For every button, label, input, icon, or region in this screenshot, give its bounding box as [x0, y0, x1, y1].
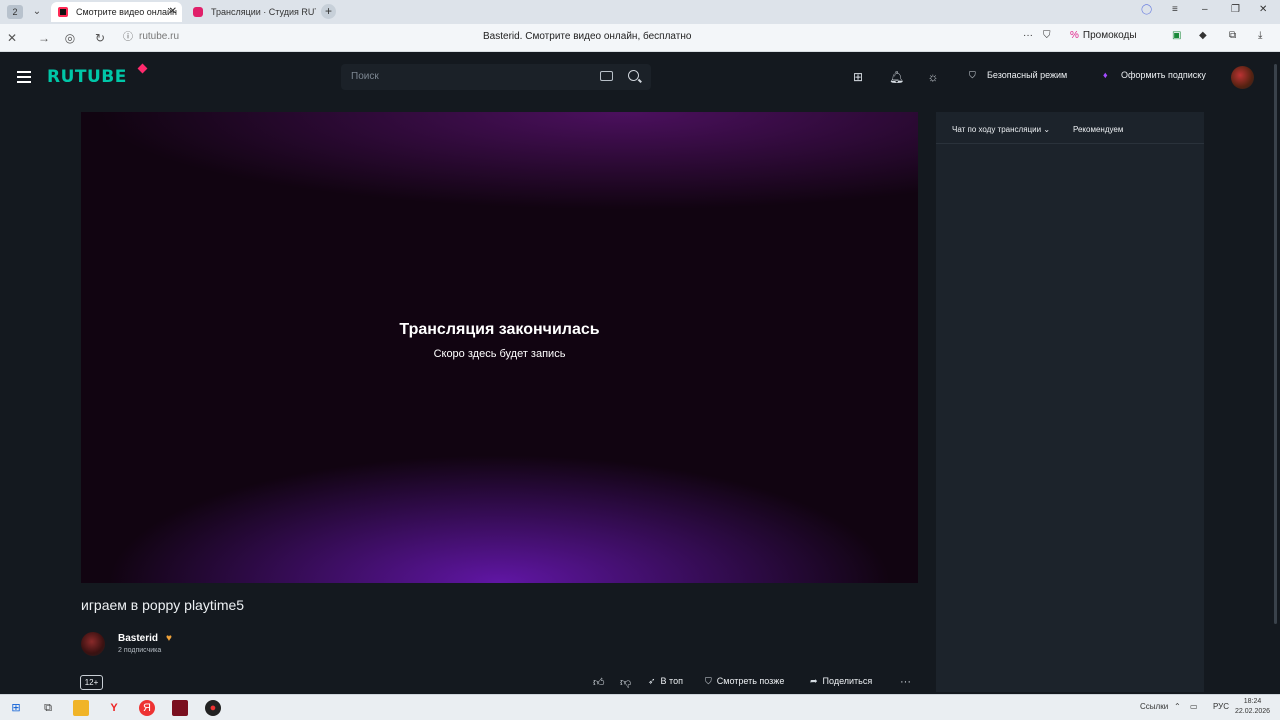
restore-icon[interactable]: ❐ — [1231, 4, 1240, 15]
bookmark-icon[interactable]: ⛉ — [1043, 30, 1051, 41]
percent-icon: % — [1070, 30, 1079, 41]
chevron-down-icon[interactable]: ⌄ — [30, 4, 44, 20]
profile-icon[interactable]: ◯ — [1141, 4, 1152, 15]
subscribe-label: Оформить подписку — [1121, 70, 1206, 80]
watch-later-label: Смотреть позже — [716, 676, 785, 686]
download-icon[interactable]: ⤓ — [1258, 30, 1262, 41]
reload-icon[interactable]: ↻ — [92, 30, 108, 46]
browser-tab-rutube[interactable]: Смотрите видео онлайн ✕ — [51, 2, 182, 22]
theme-toggle-icon[interactable]: ☼ — [926, 70, 940, 84]
subscribe-button[interactable]: ♦ Оформить подписку — [1103, 70, 1206, 80]
studio-favicon-icon — [193, 7, 203, 17]
site-header: RUTUBE Поиск ⊞ 🔔︎ ☼ ⛉ Безопасный режим ♦ О… — [0, 53, 1280, 101]
top-label: В топ — [660, 676, 683, 686]
video-title: играем в poppy playtime5 — [81, 597, 245, 613]
minimize-icon[interactable]: – — [1202, 4, 1208, 15]
tab-label: Трансляции · Студия RUT — [211, 7, 316, 17]
diamond-icon: ♦ — [1103, 70, 1108, 80]
stop-icon[interactable]: ✕ — [4, 30, 20, 46]
more-icon[interactable]: ··· — [1023, 30, 1033, 41]
top-button[interactable]: ➶ В топ — [648, 676, 683, 687]
video-player[interactable]: Трансляция закончилась Скоро здесь будет… — [81, 112, 918, 583]
tab-label: Смотрите видео онлайн — [76, 7, 177, 17]
file-explorer-icon[interactable] — [73, 700, 89, 716]
yandex-icon[interactable]: Я — [139, 700, 155, 716]
promo-label: Промокоды — [1082, 30, 1137, 41]
clock-date: 22.02.2026 — [1235, 708, 1271, 715]
app-icon[interactable] — [172, 700, 188, 716]
share-icon: ➦ — [810, 676, 818, 686]
page-title: Basterid. Смотрите видео онлайн, бесплат… — [483, 31, 692, 42]
side-tabs: Чат по ходу трансляции ⌄ Рекомендуем — [936, 112, 1204, 144]
window-close-icon[interactable]: ✕ — [1259, 4, 1267, 15]
share-label: Поделиться — [822, 676, 873, 686]
subscriber-count: 2 подписчика — [118, 647, 162, 654]
browser-tab-studio[interactable]: Трансляции · Студия RUT — [186, 2, 316, 22]
system-clock[interactable]: 18:24 22.02.2026 — [1235, 697, 1270, 717]
search-input[interactable]: Поиск — [341, 64, 651, 90]
more-options-icon[interactable]: ··· — [900, 676, 911, 688]
safe-mode-label: Безопасный режим — [987, 70, 1068, 80]
url-field[interactable]: rutube.ru — [139, 31, 179, 42]
windows-start-icon[interactable]: ⊞ — [8, 700, 24, 716]
tab-count-badge[interactable]: 2 — [7, 5, 23, 19]
heart-icon: ♥ — [166, 633, 172, 644]
search-icon[interactable] — [628, 70, 639, 81]
chat-panel: Чат по ходу трансляции ⌄ Рекомендуем — [936, 112, 1204, 692]
page-scrollbar[interactable] — [1274, 64, 1277, 624]
stream-ended-subtitle: Скоро здесь будет запись — [433, 348, 566, 360]
tab-recommended[interactable]: Рекомендуем — [1073, 125, 1123, 134]
logo-accent-icon — [137, 63, 148, 74]
hamburger-menu-icon[interactable] — [17, 71, 31, 83]
browser-tab-bar: 2 ⌄ Смотрите видео онлайн ✕ Трансляции ·… — [0, 0, 1280, 24]
yandex-browser-icon[interactable]: Y — [106, 700, 122, 716]
forward-icon[interactable]: → — [36, 30, 52, 46]
app-icon-2[interactable]: ● — [205, 700, 221, 716]
tab-chat-label: Чат по ходу трансляции — [952, 125, 1042, 134]
close-icon[interactable]: ✕ — [169, 2, 177, 22]
tab-chat[interactable]: Чат по ходу трансляции ⌄ — [952, 125, 1050, 134]
watch-later-button[interactable]: ⛉ Смотреть позже — [705, 676, 784, 687]
extension-icon-2[interactable]: ◆ — [1199, 30, 1207, 41]
bell-icon[interactable]: 🔔︎ — [889, 70, 904, 84]
new-tab-button[interactable]: + — [321, 4, 336, 19]
safe-mode-button[interactable]: ⛉ Безопасный режим — [969, 70, 1067, 81]
keyboard-tray-icon[interactable]: ▭ — [1190, 702, 1198, 711]
share-button[interactable]: ➦ Поделиться — [810, 676, 872, 687]
rutube-logo[interactable]: RUTUBE — [47, 67, 127, 87]
windows-taskbar: ⊞ ⧉ Y Я ● Ссылки ⌃ ▭ РУС 18:24 22.02.202… — [0, 694, 1280, 720]
rocket-icon: ➶ — [648, 676, 656, 686]
chevron-down-icon: ⌄ — [1043, 125, 1051, 134]
avatar[interactable] — [1231, 66, 1254, 89]
stream-ended-title: Трансляция закончилась — [399, 321, 600, 338]
chevron-up-icon[interactable]: ⌃ — [1174, 702, 1181, 711]
extension-icon[interactable]: ▣ — [1172, 30, 1181, 41]
channel-avatar[interactable] — [81, 632, 105, 656]
search-placeholder: Поиск — [351, 71, 379, 82]
keyboard-icon[interactable] — [600, 71, 613, 81]
task-view-icon[interactable]: ⧉ — [40, 700, 56, 716]
site-info-icon[interactable]: ⓘ — [120, 30, 136, 46]
rutube-favicon-icon — [58, 7, 68, 17]
promo-button[interactable]: % Промокоды — [1070, 30, 1137, 41]
protect-icon[interactable]: ◎ — [62, 30, 78, 46]
bookmark-icon: ⛉ — [705, 676, 712, 686]
like-icon[interactable]: 👍︎ — [593, 676, 605, 689]
collections-icon[interactable]: ⧉ — [1229, 30, 1236, 41]
channel-name[interactable]: Basterid — [118, 633, 158, 644]
age-rating-badge: 12+ — [80, 675, 103, 690]
language-indicator[interactable]: РУС — [1213, 702, 1229, 711]
upload-icon[interactable]: ⊞ — [851, 70, 865, 84]
address-bar: ✕ → ◎ ↻ ⓘ rutube.ru Basterid. Смотрите в… — [0, 24, 1280, 52]
shield-icon: ⛉ — [969, 70, 976, 80]
menu-icon[interactable]: ≡ — [1172, 4, 1178, 15]
links-toolbar[interactable]: Ссылки — [1140, 702, 1168, 711]
dislike-icon[interactable]: 👎︎ — [620, 676, 631, 689]
clock-time: 18:24 — [1243, 698, 1262, 705]
